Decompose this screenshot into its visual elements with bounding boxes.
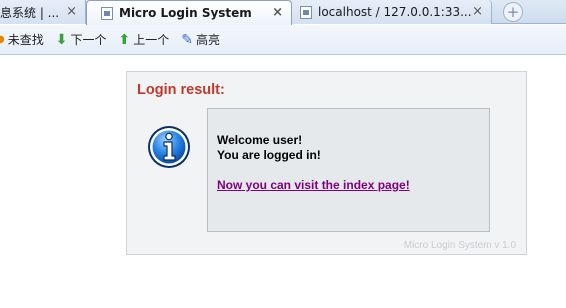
find-status: ● 未查找 (0, 31, 44, 48)
tab-localhost[interactable]: localhost / 127.0.0.1:33... × (292, 0, 492, 24)
find-next-button[interactable]: ⬇ 下一个 (56, 31, 107, 48)
logged-in-message: You are logged in! (217, 148, 321, 162)
arrow-down-icon: ⬇ (55, 31, 68, 48)
tab-label: localhost / 127.0.0.1:33... (318, 5, 472, 19)
welcome-message: Welcome user! (217, 133, 303, 147)
page-favicon-icon (300, 5, 312, 19)
login-result-panel: Login result: Welcome user! You are logg… (126, 71, 527, 255)
tab-close-icon[interactable]: × (66, 4, 77, 19)
arrow-up-icon: ⬆ (118, 31, 131, 48)
find-previous-label: 上一个 (133, 33, 170, 47)
tab-label: 息系统 | ... (0, 5, 60, 20)
message-box: Welcome user! You are logged in! Now you… (207, 108, 490, 232)
highlight-label: 高亮 (195, 33, 220, 47)
find-status-label: 未查找 (7, 33, 44, 47)
tab-micro-login-system[interactable]: Micro Login System × (86, 0, 292, 25)
browser-tab-strip: 息系统 | ... × Micro Login System × localho… (0, 0, 566, 25)
find-previous-button[interactable]: ⬆ 上一个 (119, 31, 170, 48)
pencil-icon: ✎ (181, 31, 193, 48)
tab-close-icon[interactable]: × (272, 5, 283, 20)
tab-label: Micro Login System (119, 6, 252, 20)
warning-dot-icon: ● (0, 33, 5, 45)
page-favicon-icon (101, 6, 113, 20)
new-tab-plus-icon[interactable]: + (503, 2, 523, 22)
tab-close-icon[interactable]: × (472, 4, 483, 19)
version-label: Micro Login System v 1.0 (403, 240, 516, 251)
tab-previous[interactable]: 息系统 | ... × (0, 0, 86, 24)
find-next-label: 下一个 (70, 33, 107, 47)
highlight-button[interactable]: ✎ 高亮 (181, 31, 220, 48)
find-bar: ● 未查找 ⬇ 下一个 ⬆ 上一个 ✎ 高亮 (0, 25, 566, 55)
page-title: Login result: (137, 82, 225, 98)
info-icon (148, 126, 190, 168)
index-page-link[interactable]: Now you can visit the index page! (217, 178, 410, 192)
